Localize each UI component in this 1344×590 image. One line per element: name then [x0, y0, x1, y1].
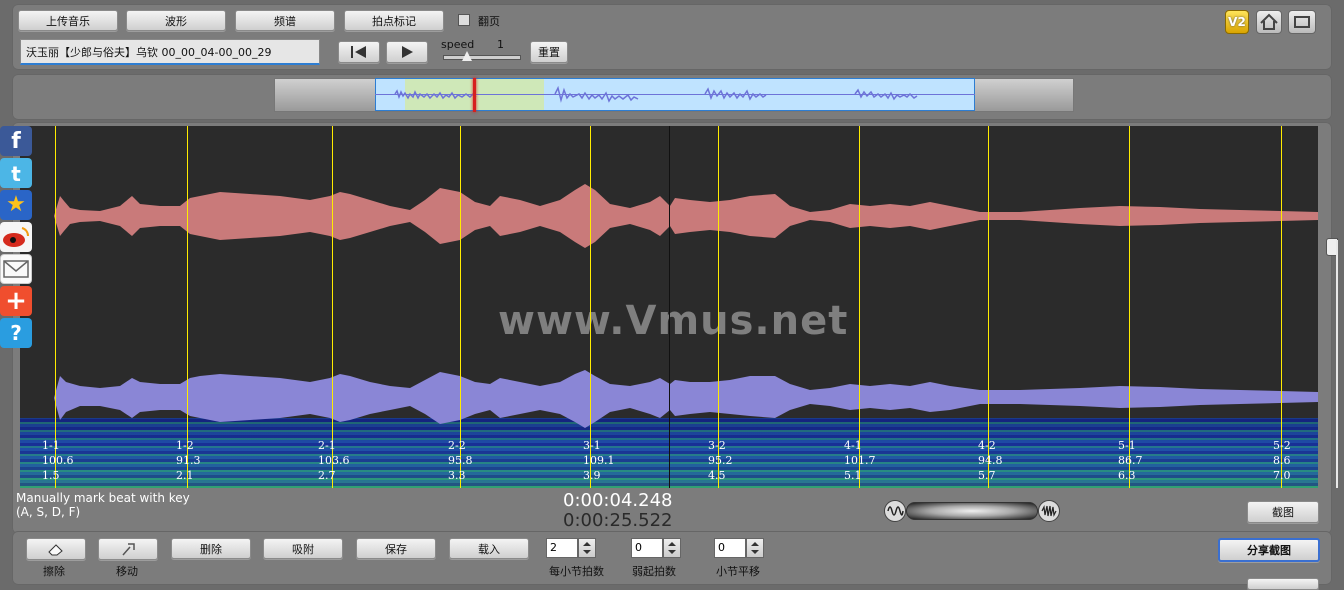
beat-label-4-1: 4-1 101.7 5.1 [844, 439, 876, 482]
flip-page-label: 翻页 [478, 15, 500, 28]
mark-beats-button[interactable]: 拍点标记 [344, 10, 444, 31]
weibo-icon[interactable] [0, 222, 32, 252]
bar-shift-arrows[interactable] [746, 538, 764, 558]
current-time: 0:00:04.248 [563, 490, 673, 511]
mail-icon[interactable] [0, 254, 32, 284]
zoom-slider[interactable] [906, 502, 1038, 520]
beat-label-1-1: 1-1 100.6 1.5 [42, 439, 74, 482]
beat-line-2-1[interactable] [332, 126, 333, 488]
beat-label-5-2: 5-2 8.6 7.0 [1273, 439, 1291, 482]
beat-line-4-2[interactable] [988, 126, 989, 488]
beat-line-5-1[interactable] [1129, 126, 1130, 488]
pickup-beats-input[interactable]: 0 [631, 538, 663, 558]
beats-per-bar-arrows[interactable] [578, 538, 596, 558]
load-button[interactable]: 载入 [449, 538, 529, 559]
v2-label: V2 [1228, 15, 1246, 29]
skip-back-button[interactable] [338, 41, 380, 63]
beat-line-3-2[interactable] [718, 126, 719, 488]
play-button[interactable] [386, 41, 428, 63]
speed-value: 1 [497, 38, 504, 51]
erase-label: 擦除 [43, 565, 65, 578]
beat-label-3-2: 3-2 95.2 4.5 [708, 439, 733, 482]
total-time: 0:00:25.522 [563, 510, 673, 531]
speed-slider-handle[interactable] [462, 51, 472, 61]
pickup-beats-label: 弱起拍数 [632, 565, 676, 578]
twitter-icon[interactable]: t [0, 158, 32, 188]
beat-label-3-1: 3-1 109.1 3.9 [583, 439, 615, 482]
beat-label-2-1: 2-1 103.6 2.7 [318, 439, 350, 482]
beat-line-5-2[interactable] [1281, 126, 1282, 488]
reset-speed-button[interactable]: 重置 [530, 41, 568, 63]
play-icon [402, 46, 413, 58]
track-title-field[interactable]: 沃玉丽【少郎与俗夫】乌钦 00_00_04-00_00_29 [20, 39, 320, 65]
playhead-line[interactable] [669, 126, 670, 488]
eraser-icon [48, 544, 63, 556]
move-label: 移动 [116, 565, 138, 578]
share-screenshot-button[interactable]: 分享截图 [1218, 538, 1320, 562]
beat-label-2-2: 2-2 95.8 3.3 [448, 439, 473, 482]
social-sidebar: f t ★ + ? [0, 126, 32, 350]
beat-label-5-1: 5-1 86.7 6.3 [1118, 439, 1143, 482]
move-icon [122, 543, 135, 556]
hint-line-1: Manually mark beat with key [16, 491, 190, 505]
beat-line-1-2[interactable] [187, 126, 188, 488]
bottom-row-button[interactable] [1247, 578, 1319, 590]
overview-playhead[interactable] [473, 78, 476, 112]
delete-button[interactable]: 删除 [171, 538, 251, 559]
bar-shift-input[interactable]: 0 [714, 538, 746, 558]
favorite-star-icon[interactable]: ★ [0, 190, 32, 220]
beat-line-2-2[interactable] [460, 126, 461, 488]
zoom-in-wave-icon[interactable] [1038, 500, 1060, 522]
spectrum-button[interactable]: 频谱 [235, 10, 335, 31]
waveform-button[interactable]: 波形 [126, 10, 226, 31]
beat-line-4-1[interactable] [859, 126, 860, 488]
help-icon[interactable]: ? [0, 318, 32, 348]
zoom-out-wave-icon[interactable] [884, 500, 906, 522]
beat-line-3-1[interactable] [590, 126, 591, 488]
waveform-canvas[interactable]: www.Vmus.net 1-1 100.6 1.5 1-2 91.3 2.1 2-1 1… [20, 126, 1318, 488]
beat-line-1-1[interactable] [55, 126, 56, 488]
upload-music-button[interactable]: 上传音乐 [18, 10, 118, 31]
vertical-scroll-track[interactable] [1336, 240, 1338, 488]
pickup-beats-stepper[interactable]: 0 [631, 538, 683, 558]
erase-button[interactable] [26, 538, 86, 560]
add-icon[interactable]: + [0, 286, 32, 316]
bar-shift-label: 小节平移 [716, 565, 760, 578]
flip-page-checkbox[interactable] [458, 14, 470, 26]
bar-shift-stepper[interactable]: 0 [714, 538, 766, 558]
beat-label-1-2: 1-2 91.3 2.1 [176, 439, 201, 482]
pickup-beats-arrows[interactable] [663, 538, 681, 558]
hint-line-2: (A, S, D, F) [16, 505, 81, 519]
overview-waveform [375, 85, 975, 103]
move-button[interactable] [98, 538, 158, 560]
speed-slider-track[interactable] [443, 55, 521, 60]
beat-label-4-2: 4-2 94.8 5.7 [978, 439, 1003, 482]
v2-badge[interactable]: V2 [1225, 10, 1249, 34]
facebook-icon[interactable]: f [0, 126, 32, 156]
beats-per-bar-label: 每小节拍数 [549, 565, 604, 578]
beats-per-bar-stepper[interactable]: 2 [546, 538, 598, 558]
home-icon[interactable] [1256, 10, 1282, 34]
speed-label: speed [441, 38, 475, 51]
save-button[interactable]: 保存 [356, 538, 436, 559]
skip-back-icon [351, 46, 366, 58]
watermark: www.Vmus.net [498, 298, 849, 344]
beats-per-bar-input[interactable]: 2 [546, 538, 578, 558]
screenshot-button[interactable]: 截图 [1247, 501, 1319, 523]
fullscreen-icon[interactable] [1288, 10, 1316, 34]
snap-button[interactable]: 吸附 [263, 538, 343, 559]
